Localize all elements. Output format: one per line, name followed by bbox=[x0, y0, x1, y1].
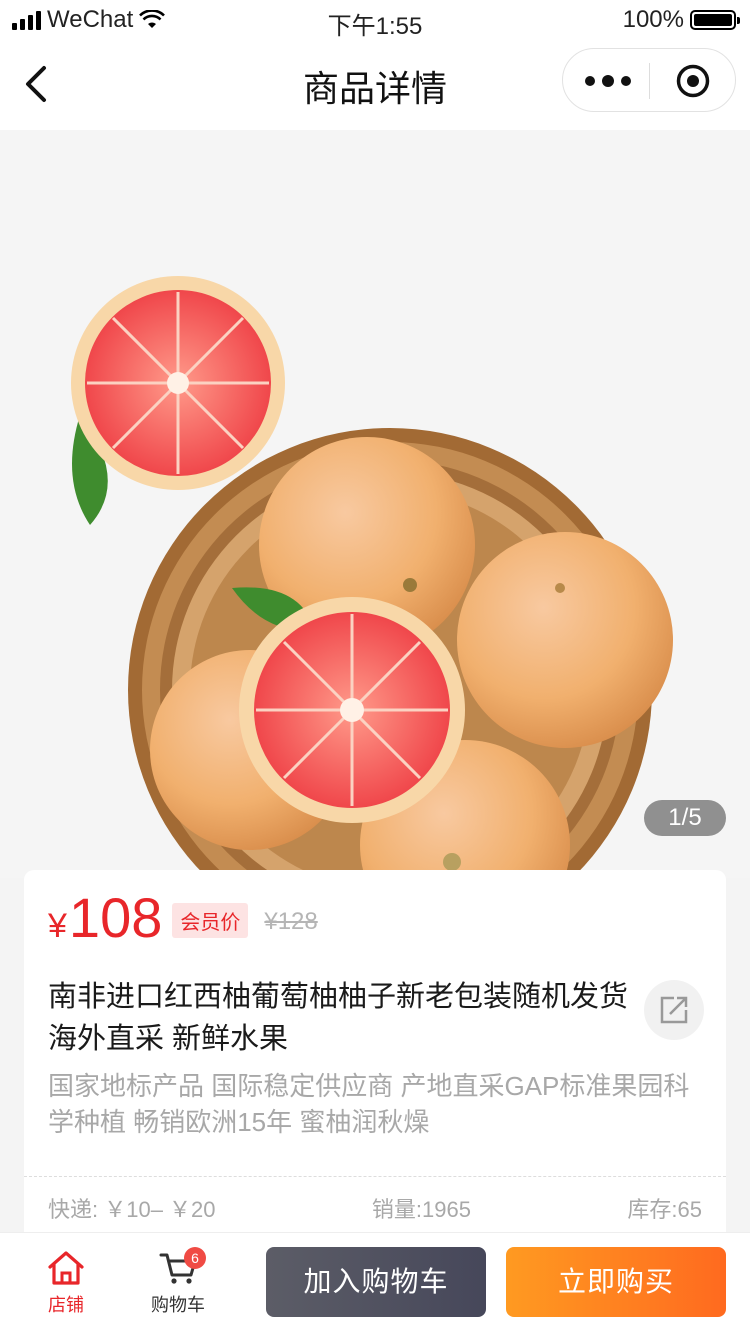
product-image bbox=[71, 276, 673, 878]
product-meta: 快递: ￥10– ￥20 销量:1965 库存:65 bbox=[48, 1192, 702, 1224]
product-image-gallery[interactable]: 1/5 bbox=[0, 130, 750, 878]
miniprogram-close-icon[interactable] bbox=[675, 63, 711, 99]
home-icon bbox=[48, 1251, 84, 1285]
bottom-action-bar: 店铺 购物车 6 加入购物车 立即购买 bbox=[0, 1232, 750, 1335]
battery-icon bbox=[690, 10, 740, 30]
add-to-cart-button[interactable]: 加入购物车 bbox=[266, 1247, 486, 1317]
nav-bar: 商品详情 bbox=[0, 40, 750, 130]
current-price: 108 bbox=[68, 886, 163, 949]
shop-tab-label: 店铺 bbox=[48, 1295, 84, 1315]
member-price-badge: 会员价 bbox=[172, 903, 249, 938]
shop-tab[interactable]: 店铺 bbox=[26, 1249, 106, 1317]
product-info-card: ¥ 108 会员价 ¥128 南非进口红西柚葡萄柚柚子新老包装随机发货 海外直采… bbox=[24, 870, 726, 1250]
product-title: 南非进口红西柚葡萄柚柚子新老包装随机发货 海外直采 新鲜水果 bbox=[48, 981, 629, 1055]
shipping-fee: 快递: ￥10– ￥20 bbox=[48, 1197, 216, 1222]
original-price: ¥128 bbox=[264, 908, 318, 935]
product-description: 国家地标产品 国际稳定供应商 产地直采GAP标准果园科学种植 畅销欧洲15年 蜜… bbox=[48, 1071, 690, 1137]
battery-percent: 100% bbox=[622, 6, 684, 33]
divider bbox=[24, 1176, 726, 1177]
buy-now-button[interactable]: 立即购买 bbox=[506, 1247, 726, 1317]
share-icon bbox=[660, 996, 688, 1024]
image-counter-current: 1 bbox=[668, 804, 682, 831]
battery-info: 100% bbox=[622, 6, 740, 34]
price-row: ¥ 108 会员价 ¥128 bbox=[48, 890, 318, 946]
status-bar: WeChat 下午1:55 100% bbox=[0, 0, 750, 40]
share-button[interactable] bbox=[644, 980, 704, 1040]
cart-tab-label: 购物车 bbox=[151, 1295, 205, 1315]
capsule-divider bbox=[649, 63, 650, 99]
stock-count: 库存:65 bbox=[627, 1197, 702, 1222]
sales-count: 销量:1965 bbox=[371, 1197, 471, 1222]
more-dots-icon[interactable] bbox=[585, 69, 631, 93]
cart-tab[interactable]: 购物车 6 bbox=[138, 1247, 218, 1317]
image-counter-total: 5 bbox=[688, 804, 702, 831]
currency-symbol: ¥ bbox=[48, 907, 67, 945]
miniprogram-capsule bbox=[562, 48, 736, 112]
image-counter: 1/5 bbox=[644, 800, 726, 836]
cart-count-badge: 6 bbox=[184, 1247, 206, 1269]
